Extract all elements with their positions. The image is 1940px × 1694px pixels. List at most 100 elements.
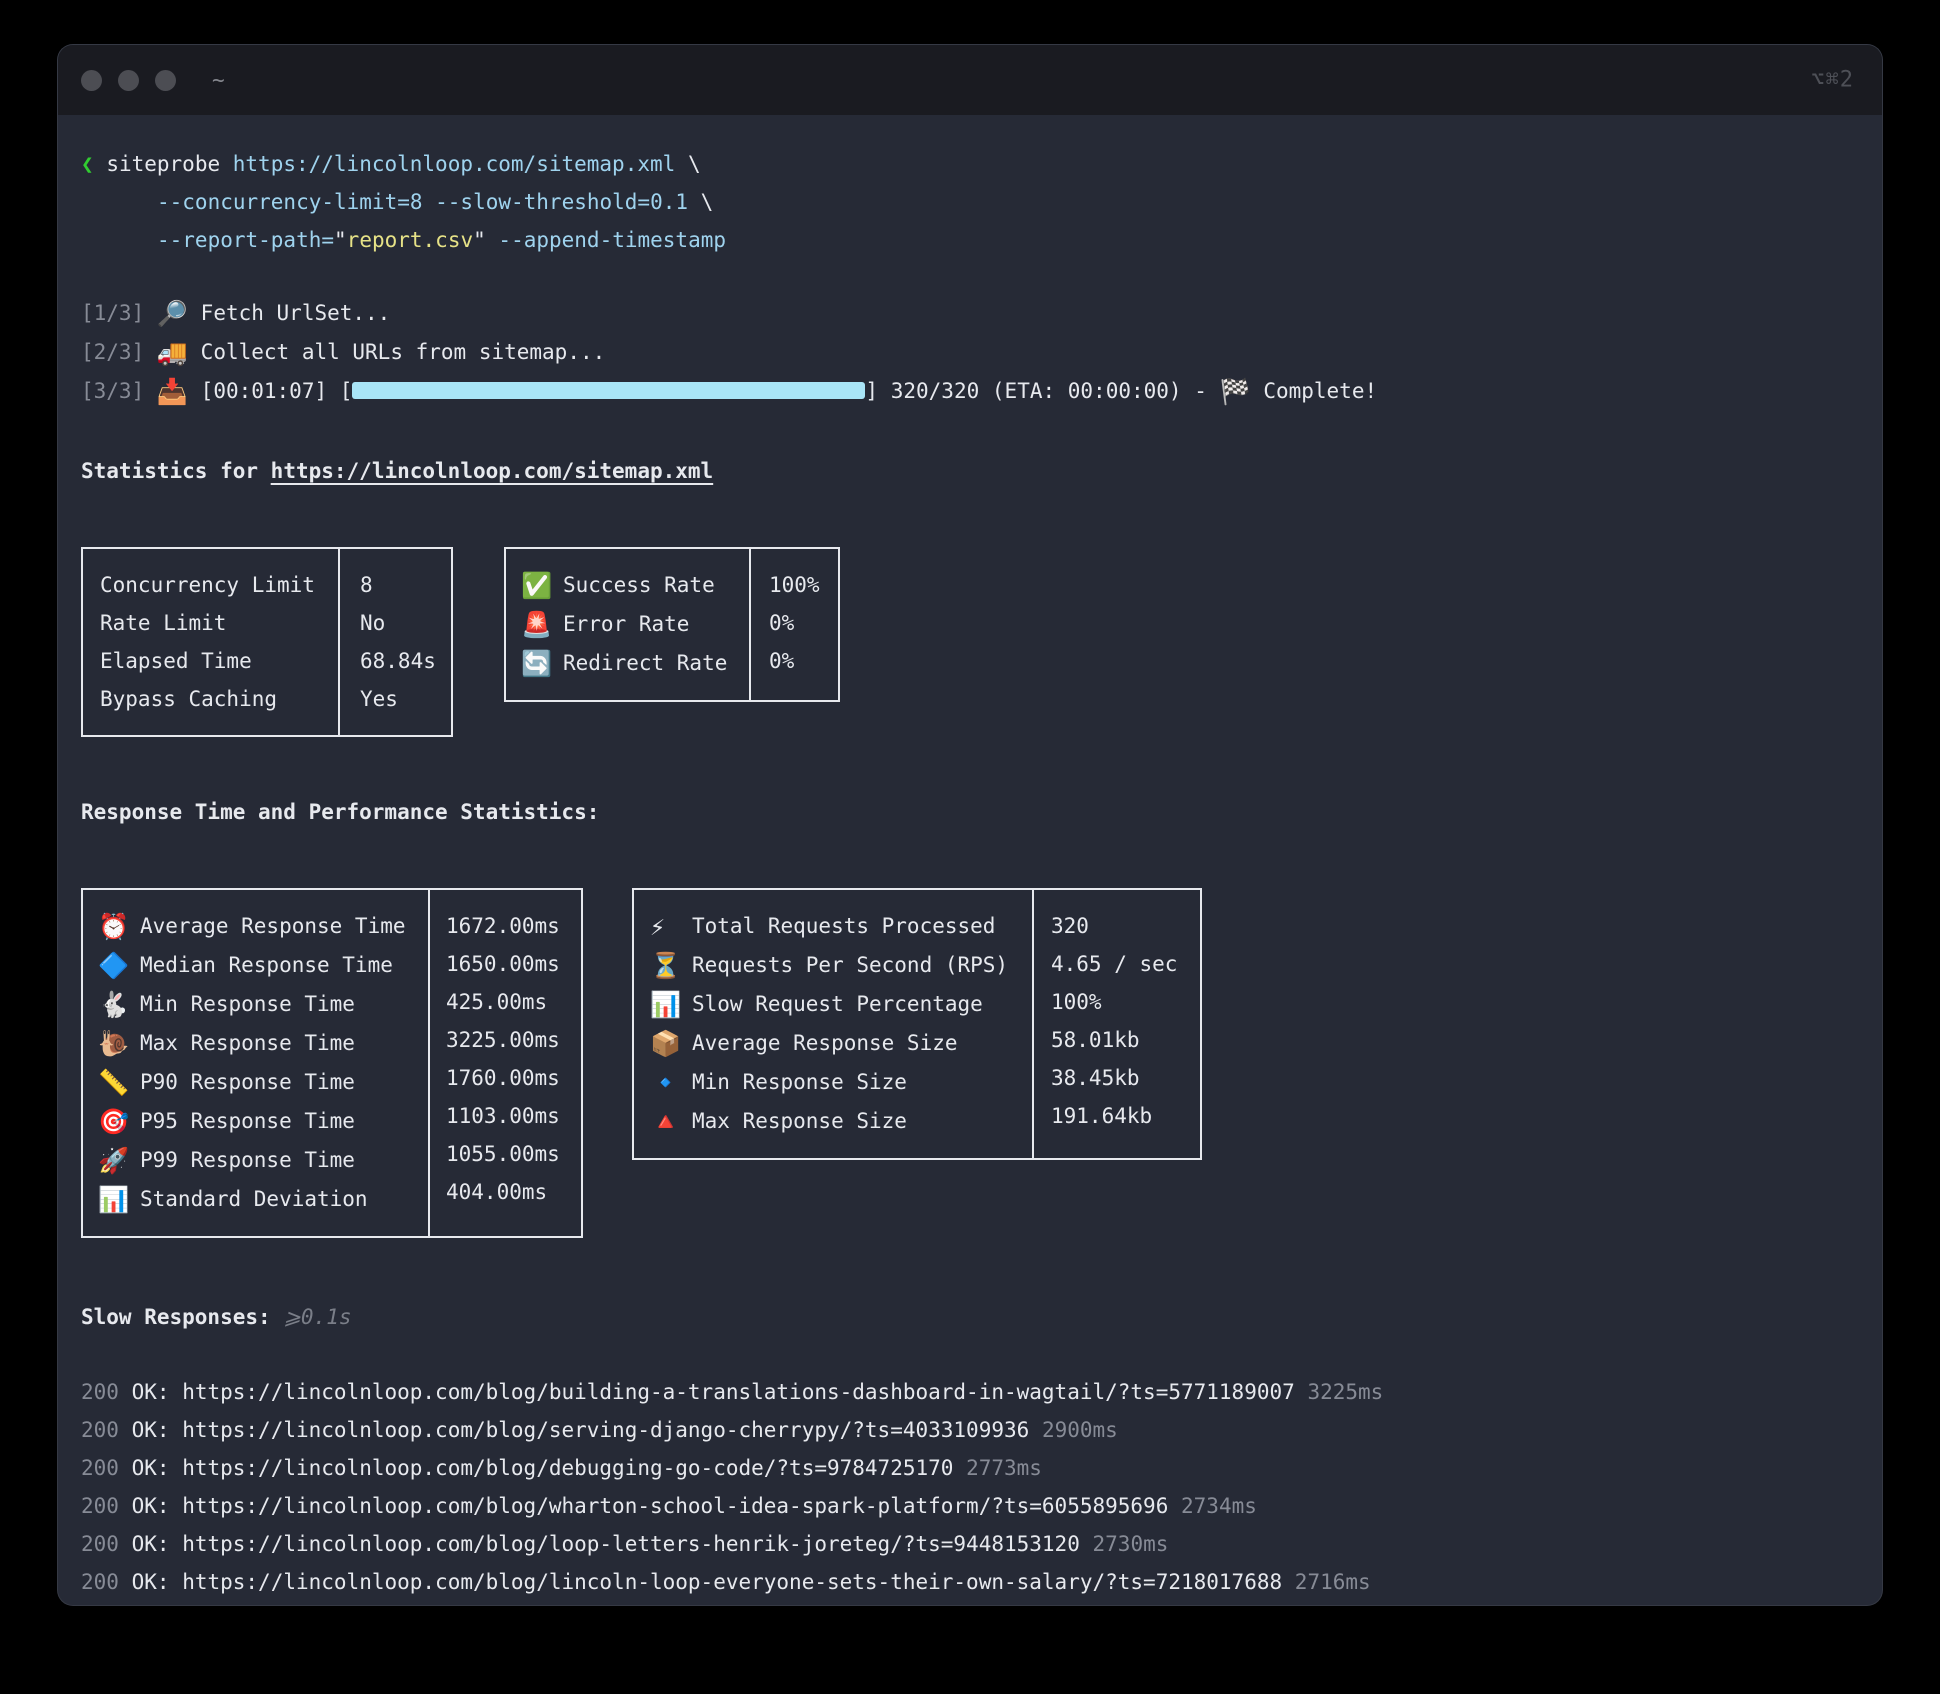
stat-value: 191.64kb	[1051, 1097, 1200, 1135]
stat-label: Elapsed Time	[100, 642, 338, 680]
step-index: [3/3]	[81, 379, 144, 403]
blue-diamond-icon: 🔷	[98, 947, 140, 985]
stat-value: 1103.00ms	[446, 1097, 581, 1135]
checkered-flag-icon: 🏁	[1220, 373, 1251, 411]
response-time-table: ⏰Average Response Time 🔷Median Response …	[81, 888, 583, 1238]
slow-response-row: 200 OK: https://lincolnloop.com/blog/loo…	[81, 1525, 1872, 1563]
stat-label: P99 Response Time	[140, 1148, 355, 1172]
throughput-table: ⚡Total Requests Processed ⏳Requests Per …	[632, 888, 1202, 1160]
response-url: https://lincolnloop.com/blog/debugging-g…	[182, 1456, 953, 1480]
response-time: 2716ms	[1295, 1570, 1371, 1594]
slow-response-row: 200 OK: https://lincolnloop.com/blog/lin…	[81, 1563, 1872, 1601]
progress-status: Complete!	[1263, 379, 1377, 403]
command-binary: siteprobe	[106, 152, 220, 176]
run-config-table: Concurrency Limit Rate Limit Elapsed Tim…	[81, 547, 453, 737]
snail-icon: 🐌	[98, 1025, 140, 1063]
lightning-icon: ⚡	[650, 908, 692, 946]
window-shortcut: ⌥⌘2	[1811, 68, 1854, 93]
bar-open-bracket: [	[340, 379, 353, 403]
stat-label: Bypass Caching	[100, 680, 338, 718]
stat-label: Concurrency Limit	[100, 566, 338, 604]
alarm-clock-icon: ⏰	[98, 908, 140, 946]
status-code: 200	[81, 1570, 119, 1594]
inbox-icon: 📥	[157, 373, 188, 411]
status-text: OK:	[132, 1570, 170, 1594]
stat-label: Median Response Time	[140, 953, 393, 977]
stat-value: 1650.00ms	[446, 945, 581, 983]
stat-label: Success Rate	[563, 573, 715, 597]
response-url: https://lincolnloop.com/blog/serving-dja…	[182, 1418, 1029, 1442]
zoom-button[interactable]	[155, 70, 176, 91]
response-url: https://lincolnloop.com/blog/wharton-sch…	[182, 1494, 1168, 1518]
stat-value: 404.00ms	[446, 1173, 581, 1211]
stat-value: 4.65 / sec	[1051, 945, 1200, 983]
slow-response-row: 200 OK: https://lincolnloop.com/blog/wha…	[81, 1487, 1872, 1525]
stat-value: 100%	[1051, 983, 1200, 1021]
bar-chart-icon: 📊	[650, 986, 692, 1024]
stat-value: 1672.00ms	[446, 907, 581, 945]
status-text: OK:	[132, 1418, 170, 1442]
report-path-value: report.csv	[347, 228, 473, 252]
small-blue-diamond-icon: 🔹	[650, 1064, 692, 1102]
line-continuation: \	[701, 190, 714, 214]
magnifier-icon: 🔎	[157, 295, 188, 333]
command-line-3: --report-path="report.csv" --append-time…	[81, 221, 1872, 259]
line-continuation: \	[688, 152, 701, 176]
slow-responses-label: Slow Responses:	[81, 1305, 271, 1329]
stat-label: Max Response Size	[692, 1109, 907, 1133]
stat-label: Slow Request Percentage	[692, 992, 983, 1016]
quote-char: "	[334, 228, 347, 252]
status-text: OK:	[132, 1456, 170, 1480]
hourglass-icon: ⏳	[650, 947, 692, 985]
response-time: 2773ms	[966, 1456, 1042, 1480]
command-line-2: --concurrency-limit=8 --slow-threshold=0…	[81, 183, 1872, 221]
titlebar[interactable]: ~ ⌥⌘2	[58, 45, 1882, 115]
redirect-arrows-icon: 🔄	[521, 645, 563, 683]
truck-icon: 🚚	[157, 334, 188, 372]
progress-eta: (ETA: 00:00:00)	[992, 379, 1182, 403]
step-label: Collect all URLs from sitemap...	[201, 340, 606, 364]
status-text: OK:	[132, 1494, 170, 1518]
prompt-marker: ❮	[81, 152, 94, 176]
stat-label: Standard Deviation	[140, 1187, 368, 1211]
status-text: OK:	[132, 1532, 170, 1556]
progress-count: 320/320	[891, 379, 980, 403]
stat-label: Min Response Time	[140, 992, 355, 1016]
slow-response-row: 200 OK: https://lincolnloop.com/blog/bui…	[81, 1373, 1872, 1411]
rabbit-icon: 🐇	[98, 986, 140, 1024]
append-timestamp-flag: --append-timestamp	[498, 228, 726, 252]
separator-dash: -	[1194, 379, 1207, 403]
response-time: 3225ms	[1307, 1380, 1383, 1404]
slow-threshold: ⩾0.1s	[283, 1305, 351, 1329]
step-progress: [3/3] 📥 [00:01:07] [] 320/320 (ETA: 00:0…	[81, 372, 1872, 411]
statistics-url-link[interactable]: https://lincolnloop.com/sitemap.xml	[271, 459, 714, 483]
step-label: Fetch UrlSet...	[201, 301, 391, 325]
command-url-arg: https://lincolnloop.com/sitemap.xml	[233, 152, 676, 176]
terminal-output: ❮ siteprobe https://lincolnloop.com/site…	[58, 115, 1882, 1601]
stat-value: 8	[360, 566, 451, 604]
stat-label: Min Response Size	[692, 1070, 907, 1094]
response-time: 2730ms	[1093, 1532, 1169, 1556]
minimize-button[interactable]	[118, 70, 139, 91]
stat-label: Redirect Rate	[563, 651, 727, 675]
bar-close-bracket: ]	[865, 379, 878, 403]
stat-label: Max Response Time	[140, 1031, 355, 1055]
stat-label: Total Requests Processed	[692, 914, 995, 938]
stat-label: P90 Response Time	[140, 1070, 355, 1094]
stat-value: 68.84s	[360, 642, 451, 680]
stat-label: Rate Limit	[100, 604, 338, 642]
response-time: 2900ms	[1042, 1418, 1118, 1442]
close-button[interactable]	[81, 70, 102, 91]
status-code: 200	[81, 1532, 119, 1556]
terminal-window: ~ ⌥⌘2 ❮ siteprobe https://lincolnloop.co…	[57, 44, 1883, 1606]
quote-char: "	[473, 228, 486, 252]
stat-value: 320	[1051, 907, 1200, 945]
stat-label: Error Rate	[563, 612, 689, 636]
response-url: https://lincolnloop.com/blog/building-a-…	[182, 1380, 1295, 1404]
report-path-flag: --report-path=	[157, 228, 334, 252]
slow-response-row: 200 OK: https://lincolnloop.com/blog/deb…	[81, 1449, 1872, 1487]
statistics-header: Statistics for https://lincolnloop.com/s…	[81, 452, 1872, 490]
performance-header: Response Time and Performance Statistics…	[81, 793, 1872, 831]
stat-label: Average Response Time	[140, 914, 406, 938]
elapsed-time: [00:01:07]	[201, 379, 327, 403]
